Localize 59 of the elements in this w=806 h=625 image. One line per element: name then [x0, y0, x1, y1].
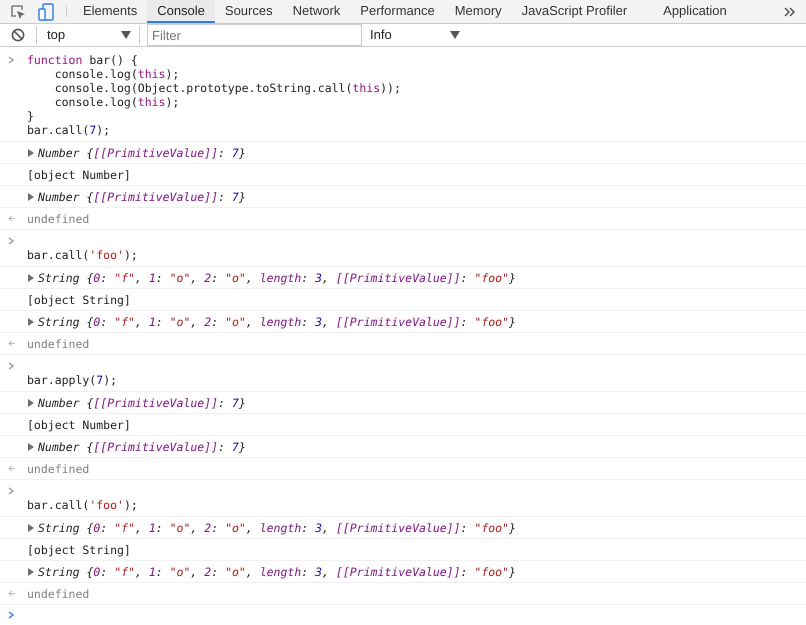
panel-tab[interactable]: Network [282, 0, 350, 23]
return-value: undefined [27, 336, 90, 350]
code-line: console.log(this); [54, 67, 180, 81]
expand-triangle-icon[interactable] [27, 192, 35, 200]
object-preview[interactable]: String {0: "f", 1: "o", 2: "o", length: 3, [[PrimitiveValue]]: "foo"} [38, 520, 516, 534]
log-message: [object Number] [27, 168, 131, 182]
clear-console-icon[interactable] [11, 28, 25, 42]
return-value: undefined [27, 462, 90, 476]
device-toolbar-icon[interactable] [38, 2, 54, 20]
inspect-element-icon[interactable] [10, 4, 26, 20]
panel-tab[interactable]: Application [653, 0, 737, 23]
expand-triangle-icon[interactable] [27, 524, 35, 532]
code-line: bar.call('foo'); [27, 498, 138, 512]
expand-triangle-icon[interactable] [27, 318, 35, 326]
expand-triangle-icon[interactable] [27, 274, 35, 282]
return-value: undefined [27, 586, 90, 600]
result-arrow-icon [8, 465, 16, 472]
dropdown-caret-icon [121, 31, 131, 39]
prompt-chevron-icon [8, 362, 14, 370]
dropdown-caret-icon [450, 31, 460, 39]
prompt-chevron-icon [8, 611, 14, 619]
panel-tab[interactable]: Performance [350, 0, 445, 23]
code-line: } [27, 109, 34, 123]
panel-tab[interactable]: Sources [214, 0, 283, 23]
filter-field[interactable]: Filter [147, 24, 362, 46]
code-line: function bar() { [27, 53, 138, 67]
panel-tab[interactable]: Elements [73, 0, 148, 23]
code-line: bar.call('foo'); [27, 248, 138, 262]
expand-triangle-icon[interactable] [27, 148, 35, 156]
expand-triangle-icon[interactable] [27, 398, 35, 406]
result-arrow-icon [8, 590, 16, 597]
log-message: [object String] [27, 292, 131, 306]
log-level-select[interactable]: Info [368, 25, 460, 45]
code-line: bar.apply(7); [27, 373, 118, 387]
object-preview[interactable]: Number {[[PrimitiveValue]]: 7} [38, 190, 246, 204]
result-arrow-icon [8, 340, 16, 347]
object-preview[interactable]: Number {[[PrimitiveValue]]: 7} [38, 396, 246, 410]
prompt-chevron-icon [8, 487, 14, 495]
object-preview[interactable]: String {0: "f", 1: "o", 2: "o", length: 3, [[PrimitiveValue]]: "foo"} [38, 314, 516, 328]
panel-tab[interactable]: JavaScript Profiler [512, 0, 638, 23]
panel-tab[interactable]: Memory [444, 0, 512, 23]
log-message: [object String] [27, 542, 131, 556]
result-arrow-icon [8, 215, 16, 222]
object-preview[interactable]: String {0: "f", 1: "o", 2: "o", length: 3, [[PrimitiveValue]]: "foo"} [38, 270, 516, 284]
prompt-chevron-icon [8, 56, 14, 64]
code-line: bar.call(7); [27, 123, 110, 137]
code-line: console.log(Object.prototype.toString.call(this)); [54, 81, 401, 95]
prompt-chevron-icon [8, 237, 14, 245]
object-preview[interactable]: Number {[[PrimitiveValue]]: 7} [38, 146, 246, 160]
expand-triangle-icon[interactable] [27, 568, 35, 576]
object-preview[interactable]: String {0: "f", 1: "o", 2: "o", length: 3, [[PrimitiveValue]]: "foo"} [38, 564, 516, 578]
log-message: [object Number] [27, 418, 131, 432]
expand-triangle-icon[interactable] [27, 442, 35, 450]
context-select[interactable]: top [37, 25, 139, 45]
more-tabs-icon[interactable] [784, 6, 796, 16]
code-line: console.log(this); [54, 95, 180, 109]
object-preview[interactable]: Number {[[PrimitiveValue]]: 7} [38, 440, 246, 454]
panel-tab[interactable]: Console [147, 0, 215, 23]
return-value: undefined [27, 212, 90, 226]
